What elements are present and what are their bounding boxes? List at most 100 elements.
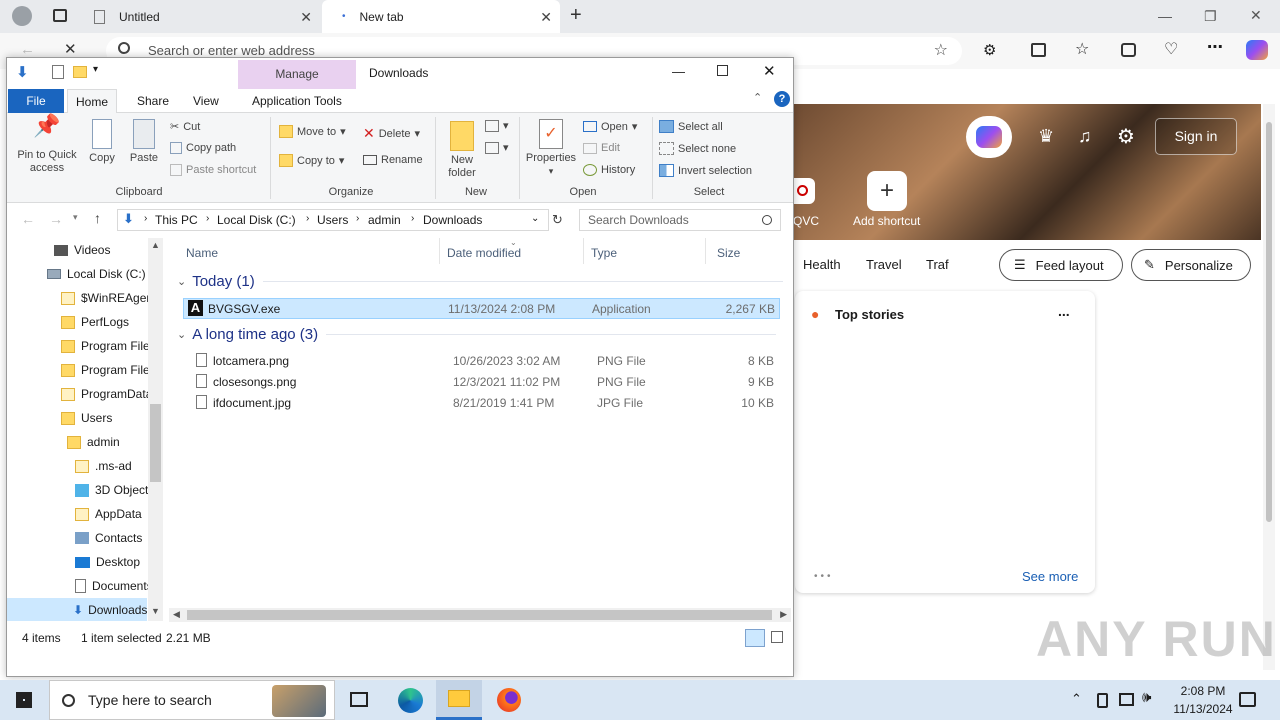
group-header-today[interactable]: ⌄ Today (1) [177,273,783,290]
copilot-logo[interactable] [966,116,1012,158]
open-button[interactable]: Open ▾ [583,120,637,133]
tab-file[interactable]: File [8,89,64,113]
recent-locations-icon[interactable]: ▾ [73,212,78,223]
page-scrollbar[interactable] [1263,104,1275,670]
column-name[interactable]: Name [186,246,218,260]
personalize-button[interactable]: ✎ Personalize [1131,249,1251,281]
tab-home[interactable]: Home [67,89,118,114]
sidebar-item-winreagent[interactable]: $WinREAgent [61,286,156,310]
file-explorer-taskbar-icon[interactable] [436,680,482,720]
stop-icon[interactable]: ✕ [64,40,77,58]
sidebar-item-downloads[interactable]: ⬇ Downloads [7,598,147,621]
properties-icon[interactable] [52,65,64,79]
firefox-taskbar-icon[interactable] [497,688,521,712]
copilot-icon[interactable] [1246,40,1268,60]
category-traffic[interactable]: Traf [926,257,949,272]
browser-essentials-icon[interactable]: ♡ [1164,39,1178,59]
breadcrumb-this-pc[interactable]: This PC [155,213,198,227]
see-more-link[interactable]: See more [1022,569,1078,584]
table-row[interactable]: ifdocument.jpg 8/21/2019 1:41 PM JPG Fil… [183,393,780,414]
scroll-right-icon[interactable]: ▶ [780,609,787,620]
sidebar-item-perflogs[interactable]: PerfLogs [61,310,129,334]
feed-layout-button[interactable]: ☰ Feed layout [999,249,1123,281]
more-icon[interactable]: ⋯ [1207,37,1223,57]
notifications-icon[interactable]: ♫ [1078,126,1092,147]
split-screen-icon[interactable] [1031,43,1046,57]
sidebar-item-program-files[interactable]: Program Files [61,334,156,358]
pin-to-quick-access-button[interactable]: 📌 Pin to Quick access [11,115,83,175]
paste-button[interactable]: Paste [125,119,163,165]
close-icon[interactable]: ✕ [540,9,552,26]
scroll-up-icon[interactable]: ▲ [151,240,160,250]
close-icon[interactable]: ✕ [300,9,312,26]
back-icon[interactable]: ← [21,211,35,227]
sidebar-item-admin[interactable]: admin [67,430,120,454]
clock-time[interactable]: 2:08 PM [1173,684,1233,698]
invert-selection-button[interactable]: Invert selection [659,164,752,177]
chevron-down-icon[interactable]: ▾ [93,64,98,75]
close-icon[interactable]: ✕ [763,62,776,80]
properties-button[interactable]: ✓ Properties ▾ [523,119,579,178]
forward-icon[interactable]: → [49,211,63,227]
sidebar-item-3d-objects[interactable]: 3D Objects [75,478,154,502]
table-row[interactable]: A BVGSGV.exe 11/13/2024 2:08 PM Applicat… [183,298,780,319]
cut-button[interactable]: ✂ Cut [170,120,200,134]
delete-button[interactable]: ✕ Delete ▾ [363,125,420,142]
new-tab-icon[interactable]: + [570,4,582,27]
collapse-ribbon-icon[interactable]: ⌃ [753,91,762,104]
large-icons-view-icon[interactable] [771,631,783,643]
refresh-icon[interactable]: ↻ [552,212,563,228]
notifications-icon[interactable] [1239,692,1256,707]
column-type[interactable]: Type [591,246,617,260]
maximize-icon[interactable]: ❐ [1204,8,1217,25]
horizontal-scrollbar[interactable]: ◀ ▶ [169,608,791,622]
windows-start-icon[interactable] [16,692,32,708]
table-row[interactable]: closesongs.png 12/3/2021 11:02 PM PNG Fi… [183,372,780,393]
history-button[interactable]: History [583,164,635,176]
collections-icon[interactable] [1121,43,1136,57]
help-icon[interactable]: ? [774,91,790,107]
group-header-long-ago[interactable]: ⌄ A long time ago (3) [177,326,777,343]
close-window-icon[interactable]: ✕ [1250,7,1262,24]
copy-path-button[interactable]: Copy path [170,142,236,154]
settings-gear-icon[interactable]: ⚙ [1117,124,1135,149]
sidebar-item-appdata[interactable]: AppData [75,502,142,526]
new-folder-button[interactable]: New folder [443,119,481,180]
move-to-button[interactable]: Move to ▾ [279,125,346,138]
easy-access-button[interactable]: ▾ [485,141,509,154]
back-icon[interactable]: ← [20,41,35,58]
edit-button[interactable]: Edit [583,142,620,154]
favorite-star-icon[interactable]: ☆ [934,40,948,60]
edge-taskbar-icon[interactable] [398,688,423,713]
tab-view[interactable]: View [185,89,227,113]
nav-scrollbar[interactable]: ▲ ▼ [148,238,163,621]
sidebar-item-ms-ad[interactable]: .ms-ad [75,454,132,478]
sidebar-item-users[interactable]: Users [61,406,112,430]
copy-button[interactable]: Copy [85,119,119,165]
tab-new-tab[interactable]: • New tab ✕ [322,0,560,33]
sidebar-item-program-files[interactable]: Program Files [61,358,156,382]
chevron-up-icon[interactable]: ⌃ [1071,691,1082,707]
column-date-modified[interactable]: Date modified [447,246,521,260]
chevron-down-icon[interactable]: ⌄ [531,213,539,224]
breadcrumb-local-disk[interactable]: Local Disk (C:) [217,213,296,227]
sidebar-item-documents[interactable]: Documents [75,574,153,598]
paste-shortcut-button[interactable]: Paste shortcut [170,164,256,176]
clock-date[interactable]: 11/13/2024 [1166,702,1240,716]
breadcrumb-downloads[interactable]: Downloads [423,213,482,227]
sidebar-item-videos[interactable]: Videos [54,238,110,262]
select-none-button[interactable]: Select none [659,142,736,155]
volume-icon[interactable]: 🕪 [1142,689,1151,706]
rewards-icon[interactable]: ♛ [1038,126,1054,147]
copy-to-button[interactable]: Copy to ▾ [279,154,344,167]
more-options-icon[interactable]: ... [1058,303,1070,319]
task-view-icon[interactable] [350,692,368,707]
tab-share[interactable]: Share [129,89,177,113]
shortcut-qvc[interactable] [793,178,815,204]
tab-untitled[interactable]: Untitled ✕ [84,0,320,33]
breadcrumb-users[interactable]: Users [317,213,348,227]
up-arrow-icon[interactable]: ↑ [94,210,101,226]
details-view-icon[interactable] [745,629,765,647]
sidebar-item-contacts[interactable]: Contacts [75,526,142,550]
carousel-dots[interactable]: ••• [814,571,834,582]
